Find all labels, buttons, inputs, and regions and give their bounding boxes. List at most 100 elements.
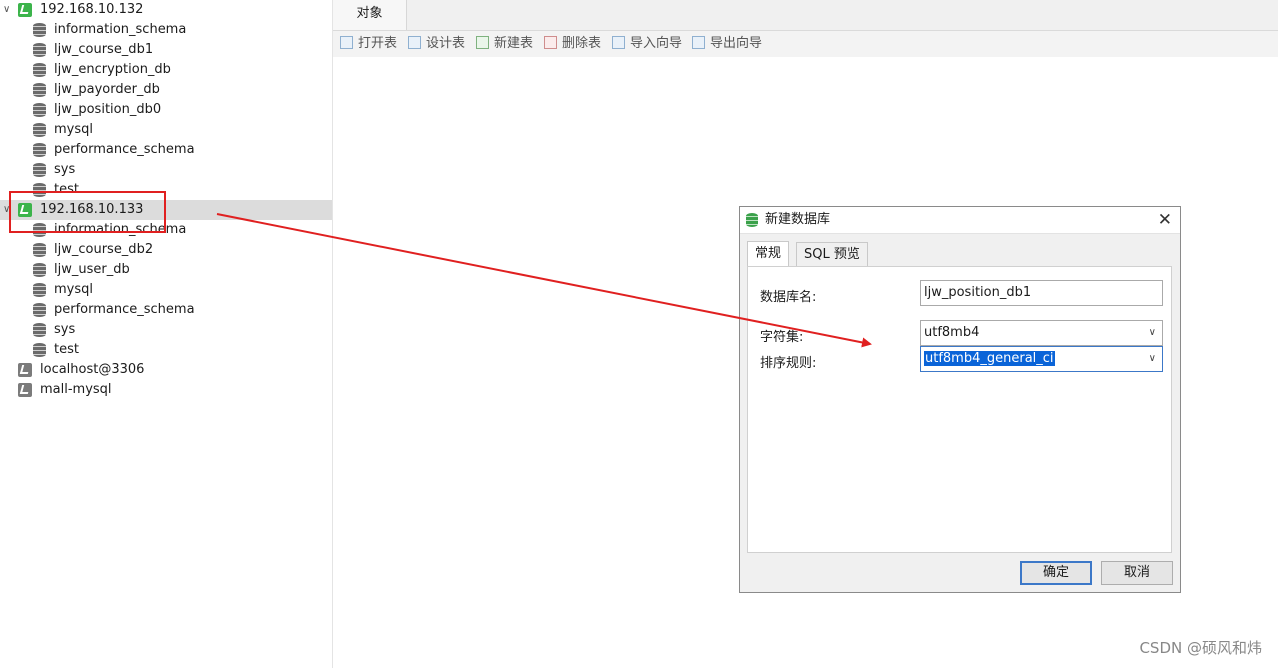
mysql-connection-icon xyxy=(18,203,32,217)
database-row[interactable]: mysql xyxy=(0,280,332,300)
open-table-label: 打开表 xyxy=(358,36,398,51)
delete-table-icon xyxy=(544,36,557,49)
database-row[interactable]: ljw_payorder_db xyxy=(0,80,332,100)
database-row[interactable]: ljw_user_db xyxy=(0,260,332,280)
database-icon xyxy=(33,283,46,297)
mysql-connection-icon xyxy=(18,363,32,377)
database-label: ljw_position_db0 xyxy=(54,102,162,117)
database-row[interactable]: information_schema xyxy=(0,20,332,40)
database-icon xyxy=(33,43,46,57)
database-label: information_schema xyxy=(54,22,187,37)
database-icon xyxy=(33,103,46,117)
database-row[interactable]: ljw_course_db1 xyxy=(0,40,332,60)
database-icon xyxy=(33,83,46,97)
database-label: test xyxy=(54,342,79,357)
database-icon xyxy=(33,323,46,337)
mysql-connection-icon xyxy=(18,383,32,397)
chevron-down-icon[interactable]: ∨ xyxy=(3,0,13,20)
connection-row[interactable]: ∨ 192.168.10.132 xyxy=(0,0,332,20)
database-label: performance_schema xyxy=(54,302,195,317)
database-label: ljw_payorder_db xyxy=(54,82,160,97)
db-name-input[interactable]: ljw_position_db1 xyxy=(920,280,1163,306)
database-icon xyxy=(33,123,46,137)
database-label: mysql xyxy=(54,122,93,137)
database-row[interactable]: information_schema xyxy=(0,220,332,240)
database-label: ljw_course_db2 xyxy=(54,242,154,257)
database-icon xyxy=(33,143,46,157)
charset-label: 字符集: xyxy=(760,330,804,345)
database-icon xyxy=(33,163,46,177)
database-row[interactable]: ljw_encryption_db xyxy=(0,60,332,80)
export-wizard-label: 导出向导 xyxy=(710,36,763,51)
connection-row[interactable]: mall-mysql xyxy=(0,380,332,400)
dialog-titlebar[interactable]: 新建数据库 ✕ xyxy=(740,207,1180,234)
database-label: sys xyxy=(54,322,76,337)
import-wizard-button[interactable]: 导入向导 xyxy=(612,35,682,53)
cancel-button[interactable]: 取消 xyxy=(1101,561,1173,585)
database-row[interactable]: mysql xyxy=(0,120,332,140)
new-table-icon xyxy=(476,36,489,49)
new-database-dialog: 新建数据库 ✕ 常规 SQL 预览 数据库名: ljw_position_db1… xyxy=(739,206,1181,593)
database-row[interactable]: sys xyxy=(0,160,332,180)
database-row[interactable]: sys xyxy=(0,320,332,340)
collation-select[interactable]: utf8mb4_general_ci ∨ xyxy=(920,346,1163,372)
general-panel: 数据库名: ljw_position_db1 字符集: utf8mb4 ∨ 排序… xyxy=(747,266,1172,553)
tab-objects[interactable]: 对象 xyxy=(333,0,407,30)
delete-table-label: 删除表 xyxy=(562,36,602,51)
design-table-button[interactable]: 设计表 xyxy=(408,35,465,53)
object-toolbar: 打开表 设计表 新建表 删除表 导入向导 导出向导 xyxy=(333,31,1278,57)
connection-label: localhost@3306 xyxy=(40,362,145,377)
database-icon xyxy=(33,63,46,77)
delete-table-button[interactable]: 删除表 xyxy=(544,35,601,53)
database-icon xyxy=(33,223,46,237)
database-label: information_schema xyxy=(54,222,187,237)
export-wizard-button[interactable]: 导出向导 xyxy=(692,35,762,53)
charset-value: utf8mb4 xyxy=(924,325,980,340)
open-table-icon xyxy=(340,36,353,49)
database-label: ljw_encryption_db xyxy=(54,62,171,77)
design-table-label: 设计表 xyxy=(426,36,466,51)
import-wizard-label: 导入向导 xyxy=(630,36,683,51)
database-label: ljw_user_db xyxy=(54,262,130,277)
connection-label: 192.168.10.133 xyxy=(40,202,144,217)
connection-label: 192.168.10.132 xyxy=(40,2,144,17)
database-icon xyxy=(33,263,46,277)
database-row[interactable]: ljw_course_db2 xyxy=(0,240,332,260)
database-row[interactable]: test xyxy=(0,180,332,200)
database-icon xyxy=(33,183,46,197)
chevron-down-icon[interactable]: ∨ xyxy=(1149,321,1156,345)
chevron-down-icon[interactable]: ∨ xyxy=(3,200,13,220)
database-row[interactable]: ljw_position_db0 xyxy=(0,100,332,120)
dialog-title: 新建数据库 xyxy=(765,212,831,227)
connection-label: mall-mysql xyxy=(40,382,112,397)
collation-label: 排序规则: xyxy=(760,356,817,371)
database-label: mysql xyxy=(54,282,93,297)
tab-sql-preview[interactable]: SQL 预览 xyxy=(796,242,868,266)
close-icon[interactable]: ✕ xyxy=(1158,209,1172,231)
database-label: performance_schema xyxy=(54,142,195,157)
connection-row[interactable]: ∨ 192.168.10.133 xyxy=(0,200,332,220)
connection-tree: ∨ 192.168.10.132 information_schema ljw_cou… xyxy=(0,0,333,668)
open-table-button[interactable]: 打开表 xyxy=(340,35,397,53)
charset-select[interactable]: utf8mb4 ∨ xyxy=(920,320,1163,346)
tab-general[interactable]: 常规 xyxy=(747,241,790,267)
design-table-icon xyxy=(408,36,421,49)
database-row[interactable]: test xyxy=(0,340,332,360)
chevron-down-icon[interactable]: ∨ xyxy=(1149,347,1156,371)
database-icon xyxy=(33,23,46,37)
collation-value: utf8mb4_general_ci xyxy=(924,351,1055,366)
ok-button[interactable]: 确定 xyxy=(1020,561,1092,585)
db-name-label: 数据库名: xyxy=(760,290,817,305)
database-icon xyxy=(33,343,46,357)
export-wizard-icon xyxy=(692,36,705,49)
database-row[interactable]: performance_schema xyxy=(0,140,332,160)
mysql-connection-icon xyxy=(18,3,32,17)
connection-row[interactable]: localhost@3306 xyxy=(0,360,332,380)
watermark: CSDN @硕风和炜 xyxy=(1139,639,1262,657)
new-table-button[interactable]: 新建表 xyxy=(476,35,533,53)
database-icon xyxy=(33,303,46,317)
import-wizard-icon xyxy=(612,36,625,49)
database-row[interactable]: performance_schema xyxy=(0,300,332,320)
new-table-label: 新建表 xyxy=(494,36,534,51)
tab-bar: 对象 xyxy=(333,0,1278,31)
